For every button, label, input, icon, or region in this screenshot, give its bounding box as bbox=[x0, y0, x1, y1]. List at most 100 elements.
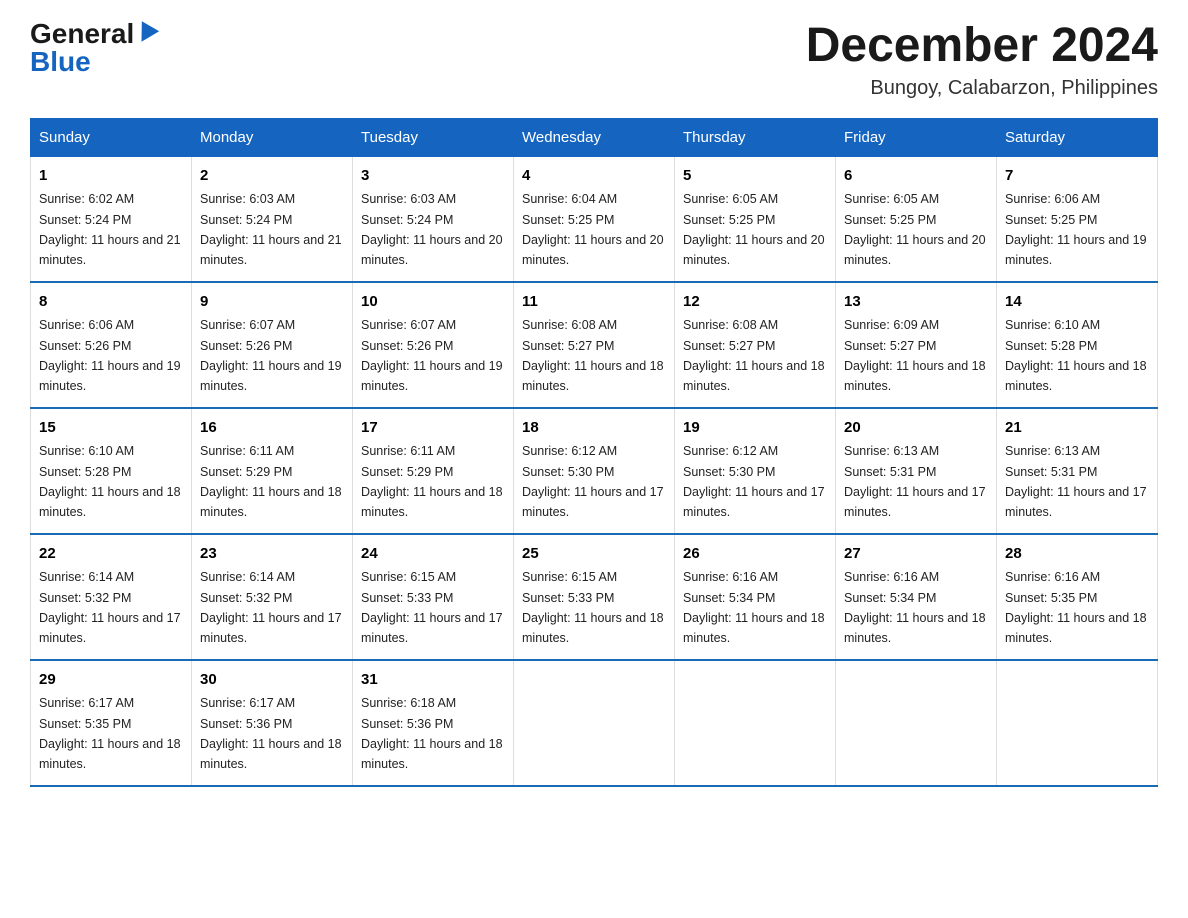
day-number: 11 bbox=[522, 291, 666, 314]
calendar-cell: 11 Sunrise: 6:08 AMSunset: 5:27 PMDayligh… bbox=[514, 282, 675, 408]
day-info: Sunrise: 6:14 AMSunset: 5:32 PMDaylight:… bbox=[39, 570, 181, 645]
day-info: Sunrise: 6:14 AMSunset: 5:32 PMDaylight:… bbox=[200, 570, 342, 645]
calendar-cell: 31 Sunrise: 6:18 AMSunset: 5:36 PMDayligh… bbox=[353, 660, 514, 786]
calendar-cell: 20 Sunrise: 6:13 AMSunset: 5:31 PMDayligh… bbox=[836, 408, 997, 534]
day-info: Sunrise: 6:09 AMSunset: 5:27 PMDaylight:… bbox=[844, 318, 986, 393]
header-saturday: Saturday bbox=[997, 118, 1158, 156]
calendar-cell: 2 Sunrise: 6:03 AMSunset: 5:24 PMDaylight… bbox=[192, 156, 353, 282]
calendar-cell: 23 Sunrise: 6:14 AMSunset: 5:32 PMDayligh… bbox=[192, 534, 353, 660]
day-number: 16 bbox=[200, 417, 344, 440]
day-info: Sunrise: 6:06 AMSunset: 5:26 PMDaylight:… bbox=[39, 318, 181, 393]
day-number: 30 bbox=[200, 669, 344, 692]
header-sunday: Sunday bbox=[31, 118, 192, 156]
calendar-cell: 18Sunrise: 6:12 AMSunset: 5:30 PMDayligh… bbox=[514, 408, 675, 534]
calendar-cell: 25 Sunrise: 6:15 AMSunset: 5:33 PMDayligh… bbox=[514, 534, 675, 660]
calendar-cell: 21 Sunrise: 6:13 AMSunset: 5:31 PMDayligh… bbox=[997, 408, 1158, 534]
calendar-cell: 28 Sunrise: 6:16 AMSunset: 5:35 PMDayligh… bbox=[997, 534, 1158, 660]
calendar-header-row: SundayMondayTuesdayWednesdayThursdayFrid… bbox=[31, 118, 1158, 156]
day-info: Sunrise: 6:02 AMSunset: 5:24 PMDaylight:… bbox=[39, 192, 181, 267]
day-number: 26 bbox=[683, 543, 827, 566]
week-row-5: 29 Sunrise: 6:17 AMSunset: 5:35 PMDayligh… bbox=[31, 660, 1158, 786]
day-info: Sunrise: 6:08 AMSunset: 5:27 PMDaylight:… bbox=[683, 318, 825, 393]
day-info: Sunrise: 6:07 AMSunset: 5:26 PMDaylight:… bbox=[361, 318, 503, 393]
calendar-cell bbox=[675, 660, 836, 786]
day-number: 6 bbox=[844, 165, 988, 188]
day-info: Sunrise: 6:16 AMSunset: 5:34 PMDaylight:… bbox=[683, 570, 825, 645]
day-info: Sunrise: 6:13 AMSunset: 5:31 PMDaylight:… bbox=[844, 444, 986, 519]
day-info: Sunrise: 6:11 AMSunset: 5:29 PMDaylight:… bbox=[200, 444, 342, 519]
day-number: 20 bbox=[844, 417, 988, 440]
header-monday: Monday bbox=[192, 118, 353, 156]
calendar-cell: 6Sunrise: 6:05 AMSunset: 5:25 PMDaylight… bbox=[836, 156, 997, 282]
calendar-cell: 17Sunrise: 6:11 AMSunset: 5:29 PMDayligh… bbox=[353, 408, 514, 534]
day-info: Sunrise: 6:03 AMSunset: 5:24 PMDaylight:… bbox=[361, 192, 503, 267]
calendar-cell bbox=[997, 660, 1158, 786]
logo-blue-text: Blue bbox=[30, 48, 91, 76]
day-number: 19 bbox=[683, 417, 827, 440]
calendar-cell: 9Sunrise: 6:07 AMSunset: 5:26 PMDaylight… bbox=[192, 282, 353, 408]
day-info: Sunrise: 6:15 AMSunset: 5:33 PMDaylight:… bbox=[361, 570, 503, 645]
calendar-cell bbox=[514, 660, 675, 786]
day-info: Sunrise: 6:18 AMSunset: 5:36 PMDaylight:… bbox=[361, 696, 503, 771]
header-thursday: Thursday bbox=[675, 118, 836, 156]
title-area: December 2024 Bungoy, Calabarzon, Philip… bbox=[806, 20, 1158, 100]
day-number: 23 bbox=[200, 543, 344, 566]
day-number: 7 bbox=[1005, 165, 1149, 188]
day-number: 22 bbox=[39, 543, 183, 566]
calendar-cell: 26 Sunrise: 6:16 AMSunset: 5:34 PMDayligh… bbox=[675, 534, 836, 660]
day-number: 12 bbox=[683, 291, 827, 314]
logo: General Blue bbox=[30, 20, 156, 76]
calendar-cell: 4Sunrise: 6:04 AMSunset: 5:25 PMDaylight… bbox=[514, 156, 675, 282]
day-info: Sunrise: 6:04 AMSunset: 5:25 PMDaylight:… bbox=[522, 192, 664, 267]
day-number: 29 bbox=[39, 669, 183, 692]
calendar-cell: 19Sunrise: 6:12 AMSunset: 5:30 PMDayligh… bbox=[675, 408, 836, 534]
week-row-2: 8 Sunrise: 6:06 AMSunset: 5:26 PMDaylight… bbox=[31, 282, 1158, 408]
day-info: Sunrise: 6:16 AMSunset: 5:34 PMDaylight:… bbox=[844, 570, 986, 645]
day-number: 21 bbox=[1005, 417, 1149, 440]
day-number: 5 bbox=[683, 165, 827, 188]
logo-triangle-icon bbox=[133, 21, 159, 47]
calendar-cell: 13Sunrise: 6:09 AMSunset: 5:27 PMDayligh… bbox=[836, 282, 997, 408]
day-info: Sunrise: 6:16 AMSunset: 5:35 PMDaylight:… bbox=[1005, 570, 1147, 645]
calendar-cell: 10Sunrise: 6:07 AMSunset: 5:26 PMDayligh… bbox=[353, 282, 514, 408]
page-header: General Blue December 2024 Bungoy, Calab… bbox=[30, 20, 1158, 100]
day-info: Sunrise: 6:11 AMSunset: 5:29 PMDaylight:… bbox=[361, 444, 503, 519]
day-number: 3 bbox=[361, 165, 505, 188]
week-row-3: 15Sunrise: 6:10 AMSunset: 5:28 PMDayligh… bbox=[31, 408, 1158, 534]
calendar-cell: 27 Sunrise: 6:16 AMSunset: 5:34 PMDayligh… bbox=[836, 534, 997, 660]
logo-general-text: General bbox=[30, 20, 134, 48]
day-number: 8 bbox=[39, 291, 183, 314]
day-number: 15 bbox=[39, 417, 183, 440]
location-subtitle: Bungoy, Calabarzon, Philippines bbox=[806, 77, 1158, 100]
calendar-cell: 22 Sunrise: 6:14 AMSunset: 5:32 PMDayligh… bbox=[31, 534, 192, 660]
calendar-cell: 3 Sunrise: 6:03 AMSunset: 5:24 PMDaylight… bbox=[353, 156, 514, 282]
header-friday: Friday bbox=[836, 118, 997, 156]
header-tuesday: Tuesday bbox=[353, 118, 514, 156]
day-info: Sunrise: 6:13 AMSunset: 5:31 PMDaylight:… bbox=[1005, 444, 1147, 519]
day-info: Sunrise: 6:15 AMSunset: 5:33 PMDaylight:… bbox=[522, 570, 664, 645]
day-number: 25 bbox=[522, 543, 666, 566]
day-info: Sunrise: 6:03 AMSunset: 5:24 PMDaylight:… bbox=[200, 192, 342, 267]
month-year-title: December 2024 bbox=[806, 20, 1158, 73]
calendar-cell: 7 Sunrise: 6:06 AMSunset: 5:25 PMDaylight… bbox=[997, 156, 1158, 282]
calendar-cell: 5Sunrise: 6:05 AMSunset: 5:25 PMDaylight… bbox=[675, 156, 836, 282]
day-info: Sunrise: 6:08 AMSunset: 5:27 PMDaylight:… bbox=[522, 318, 664, 393]
day-info: Sunrise: 6:06 AMSunset: 5:25 PMDaylight:… bbox=[1005, 192, 1147, 267]
week-row-1: 1Sunrise: 6:02 AMSunset: 5:24 PMDaylight… bbox=[31, 156, 1158, 282]
day-number: 31 bbox=[361, 669, 505, 692]
header-wednesday: Wednesday bbox=[514, 118, 675, 156]
calendar-table: SundayMondayTuesdayWednesdayThursdayFrid… bbox=[30, 118, 1158, 787]
calendar-cell: 1Sunrise: 6:02 AMSunset: 5:24 PMDaylight… bbox=[31, 156, 192, 282]
day-number: 2 bbox=[200, 165, 344, 188]
calendar-cell: 29 Sunrise: 6:17 AMSunset: 5:35 PMDayligh… bbox=[31, 660, 192, 786]
day-number: 27 bbox=[844, 543, 988, 566]
calendar-cell: 8 Sunrise: 6:06 AMSunset: 5:26 PMDaylight… bbox=[31, 282, 192, 408]
day-info: Sunrise: 6:17 AMSunset: 5:35 PMDaylight:… bbox=[39, 696, 181, 771]
calendar-cell: 15Sunrise: 6:10 AMSunset: 5:28 PMDayligh… bbox=[31, 408, 192, 534]
calendar-cell: 24Sunrise: 6:15 AMSunset: 5:33 PMDayligh… bbox=[353, 534, 514, 660]
week-row-4: 22 Sunrise: 6:14 AMSunset: 5:32 PMDayligh… bbox=[31, 534, 1158, 660]
calendar-cell: 12 Sunrise: 6:08 AMSunset: 5:27 PMDayligh… bbox=[675, 282, 836, 408]
day-number: 28 bbox=[1005, 543, 1149, 566]
day-info: Sunrise: 6:10 AMSunset: 5:28 PMDaylight:… bbox=[1005, 318, 1147, 393]
day-info: Sunrise: 6:12 AMSunset: 5:30 PMDaylight:… bbox=[522, 444, 664, 519]
